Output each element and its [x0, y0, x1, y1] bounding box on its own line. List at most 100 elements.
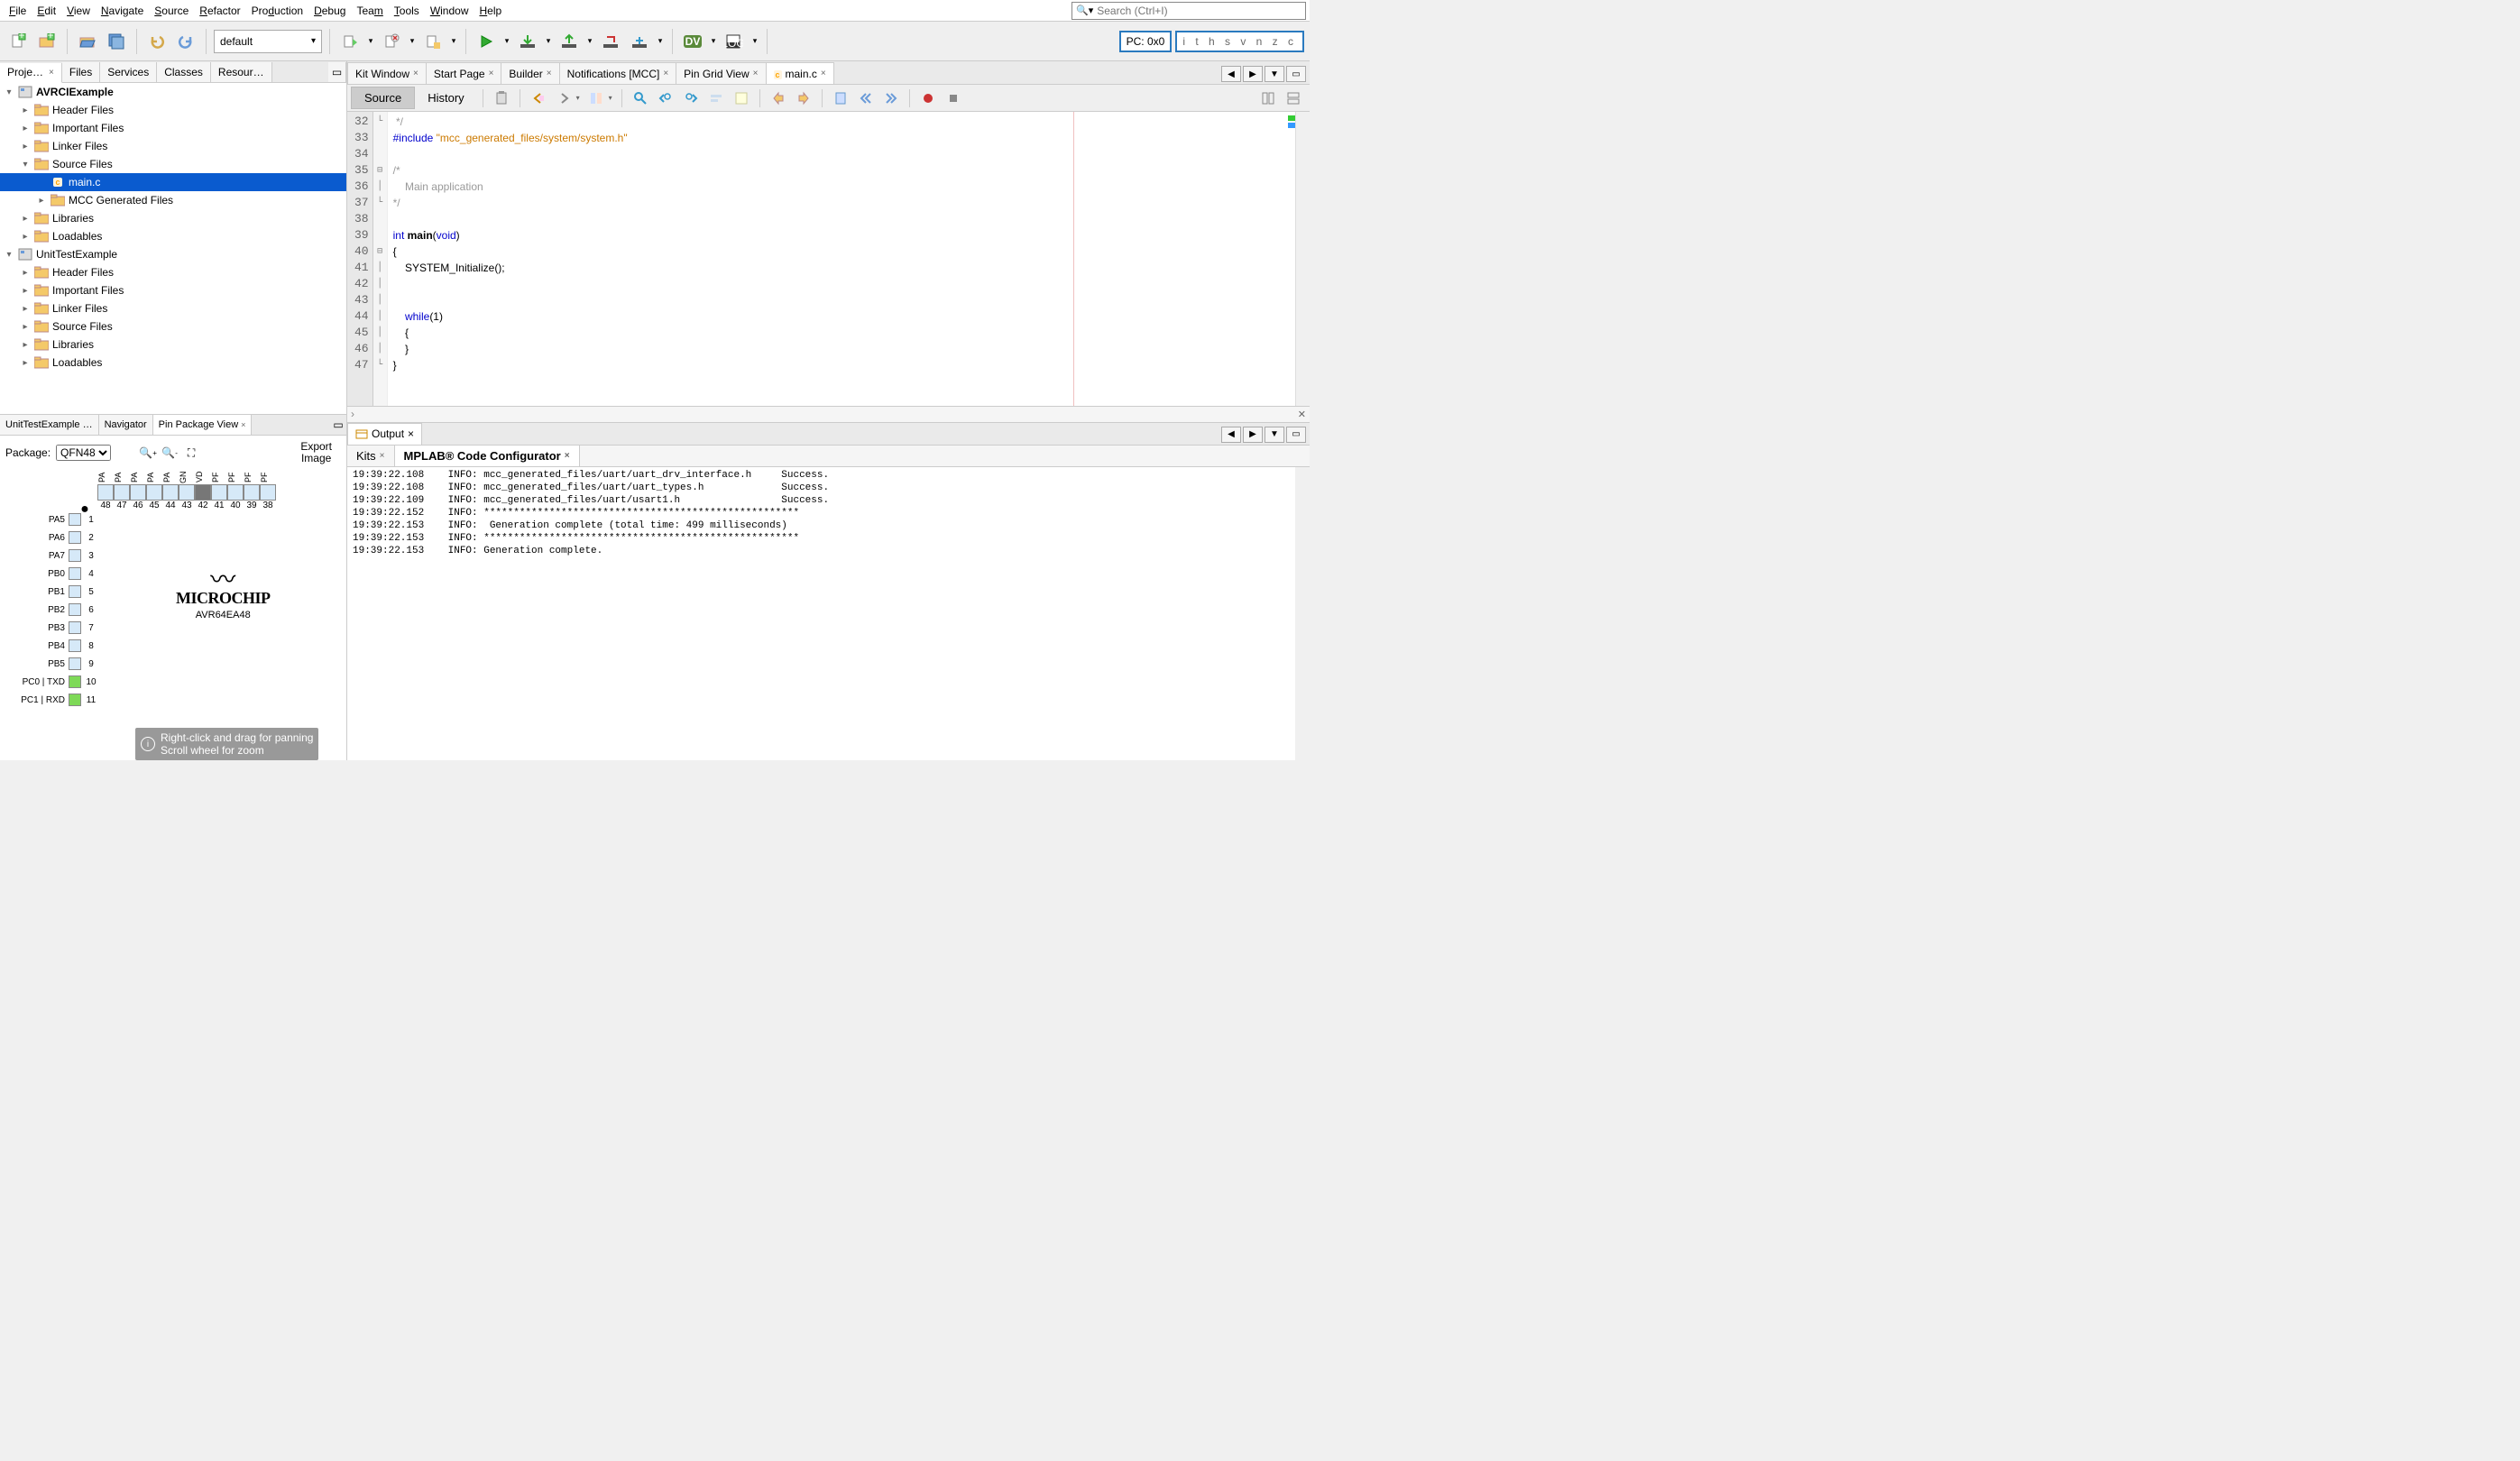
- tree-row-libraries[interactable]: ▸Libraries: [0, 209, 346, 227]
- minimize-tabs[interactable]: ▭: [328, 62, 346, 82]
- build-for-debug-button[interactable]: [420, 29, 446, 54]
- pin-box-44[interactable]: [162, 484, 179, 501]
- upload-dropdown[interactable]: ▾: [585, 29, 594, 54]
- pin-box-40[interactable]: [227, 484, 244, 501]
- error-stripe[interactable]: [1286, 112, 1295, 406]
- editor-tab-notifications--mcc-[interactable]: Notifications [MCC]×: [559, 62, 677, 84]
- shift-left-icon[interactable]: [855, 87, 877, 109]
- editor-tab-pin-grid-view[interactable]: Pin Grid View×: [676, 62, 766, 84]
- left-tab-proje[interactable]: Proje…×: [0, 63, 62, 83]
- pin-box-47[interactable]: [114, 484, 130, 501]
- out-subtab-mplabcodeconfigurator[interactable]: MPLAB® Code Configurator×: [395, 446, 580, 466]
- editor-tab-main-c[interactable]: cmain.c×: [766, 62, 834, 84]
- run-button[interactable]: [474, 29, 499, 54]
- new-file-button[interactable]: +: [5, 29, 31, 54]
- prev-bookmark-icon[interactable]: [768, 87, 789, 109]
- close-icon[interactable]: ×: [408, 427, 414, 440]
- tree-row-important-files[interactable]: ▸Important Files: [0, 119, 346, 137]
- macro-record-icon[interactable]: [917, 87, 939, 109]
- data-visualizer-button[interactable]: DV: [680, 29, 705, 54]
- shift-right-icon[interactable]: [880, 87, 902, 109]
- pin-box-41[interactable]: [211, 484, 227, 501]
- build-dropdown[interactable]: ▾: [366, 29, 375, 54]
- bl-tab-2[interactable]: Pin Package View×: [153, 415, 253, 435]
- upload-button[interactable]: [556, 29, 582, 54]
- program-device-button[interactable]: [627, 29, 652, 54]
- pin-box-39[interactable]: [244, 484, 260, 501]
- project-tree[interactable]: ▾AVRCIExample▸Header Files▸Important Fil…: [0, 83, 346, 414]
- menu-source[interactable]: Source: [149, 3, 194, 19]
- menu-debug[interactable]: Debug: [308, 3, 351, 19]
- fold-gutter[interactable]: └ ⊟│└ ⊟││││││└: [373, 112, 388, 406]
- new-project-button[interactable]: +: [34, 29, 60, 54]
- close-icon[interactable]: ×: [413, 69, 418, 78]
- pin-box-4[interactable]: [69, 567, 81, 580]
- tree-row-source-files[interactable]: ▾Source Files: [0, 155, 346, 173]
- close-icon[interactable]: ×: [565, 451, 570, 461]
- editor-scrollbar[interactable]: [1295, 112, 1310, 406]
- pin-box-3[interactable]: [69, 549, 81, 562]
- close-icon[interactable]: ×: [489, 69, 494, 78]
- save-all-button[interactable]: [104, 29, 129, 54]
- menu-help[interactable]: Help: [474, 3, 508, 19]
- quick-search[interactable]: 🔍▾: [1071, 2, 1306, 20]
- download-dropdown[interactable]: ▾: [544, 29, 553, 54]
- code-body[interactable]: */#include "mcc_generated_files/system/s…: [388, 112, 1286, 406]
- tree-row-linker-files[interactable]: ▸Linker Files: [0, 299, 346, 317]
- tree-row-header-files[interactable]: ▸Header Files: [0, 263, 346, 281]
- left-tab-files[interactable]: Files: [62, 62, 100, 82]
- pin-box-10[interactable]: [69, 675, 81, 688]
- pin-box-48[interactable]: [97, 484, 114, 501]
- config-combo[interactable]: default▾: [214, 30, 322, 53]
- pin-box-38[interactable]: [260, 484, 276, 501]
- close-icon[interactable]: ×: [753, 69, 759, 78]
- pin-box-1[interactable]: [69, 513, 81, 526]
- download-button[interactable]: [515, 29, 540, 54]
- close-icon[interactable]: ×: [663, 69, 668, 78]
- output-tab[interactable]: Output×: [347, 423, 422, 445]
- tree-row-unittestexample[interactable]: ▾UnitTestExample: [0, 245, 346, 263]
- run-dropdown[interactable]: ▾: [502, 29, 511, 54]
- out-nav-prev[interactable]: ◀: [1221, 427, 1241, 443]
- zoom-in-icon[interactable]: 🔍+: [140, 445, 156, 461]
- find-selection-icon[interactable]: [705, 87, 727, 109]
- hold-in-reset-button[interactable]: [598, 29, 623, 54]
- pin-box-7[interactable]: [69, 621, 81, 634]
- out-maximize[interactable]: ▭: [1286, 427, 1306, 443]
- find-next-icon[interactable]: [680, 87, 702, 109]
- tree-row-loadables[interactable]: ▸Loadables: [0, 354, 346, 372]
- macro-stop-icon[interactable]: [943, 87, 964, 109]
- tree-row-libraries[interactable]: ▸Libraries: [0, 335, 346, 354]
- out-nav-next[interactable]: ▶: [1243, 427, 1263, 443]
- nav-fwd-icon[interactable]: [553, 87, 575, 109]
- build-button[interactable]: [337, 29, 363, 54]
- close-icon[interactable]: ×: [821, 69, 826, 78]
- bl-minimize[interactable]: ▭: [330, 415, 346, 435]
- split-h-icon[interactable]: [1283, 87, 1304, 109]
- pin-box-8[interactable]: [69, 639, 81, 652]
- pin-box-9[interactable]: [69, 657, 81, 670]
- tree-row-important-files[interactable]: ▸Important Files: [0, 281, 346, 299]
- menu-window[interactable]: Window: [425, 3, 474, 19]
- close-icon[interactable]: ×: [49, 68, 54, 78]
- menu-file[interactable]: File: [4, 3, 32, 19]
- program-dropdown[interactable]: ▾: [656, 29, 665, 54]
- menu-tools[interactable]: Tools: [389, 3, 425, 19]
- menu-refactor[interactable]: Refactor: [194, 3, 245, 19]
- menu-edit[interactable]: Edit: [32, 3, 61, 19]
- fullscreen-icon[interactable]: ⛶: [183, 445, 199, 461]
- close-breadcrumb[interactable]: ✕: [1298, 409, 1306, 420]
- tree-row-source-files[interactable]: ▸Source Files: [0, 317, 346, 335]
- tree-row-avrciexample[interactable]: ▾AVRCIExample: [0, 83, 346, 101]
- log-dropdown[interactable]: ▾: [750, 29, 759, 54]
- editor-nav-3[interactable]: ▭: [1286, 66, 1306, 82]
- nav-back-icon[interactable]: [528, 87, 549, 109]
- zoom-out-icon[interactable]: 🔍-: [161, 445, 178, 461]
- bl-tab-0[interactable]: UnitTestExample …: [0, 415, 99, 435]
- close-icon[interactable]: ×: [380, 451, 385, 461]
- toggle-bookmark-icon[interactable]: [830, 87, 851, 109]
- menu-production[interactable]: Production: [246, 3, 308, 19]
- close-icon[interactable]: ×: [547, 69, 552, 78]
- build-for-debug-dropdown[interactable]: ▾: [449, 29, 458, 54]
- dv-dropdown[interactable]: ▾: [709, 29, 718, 54]
